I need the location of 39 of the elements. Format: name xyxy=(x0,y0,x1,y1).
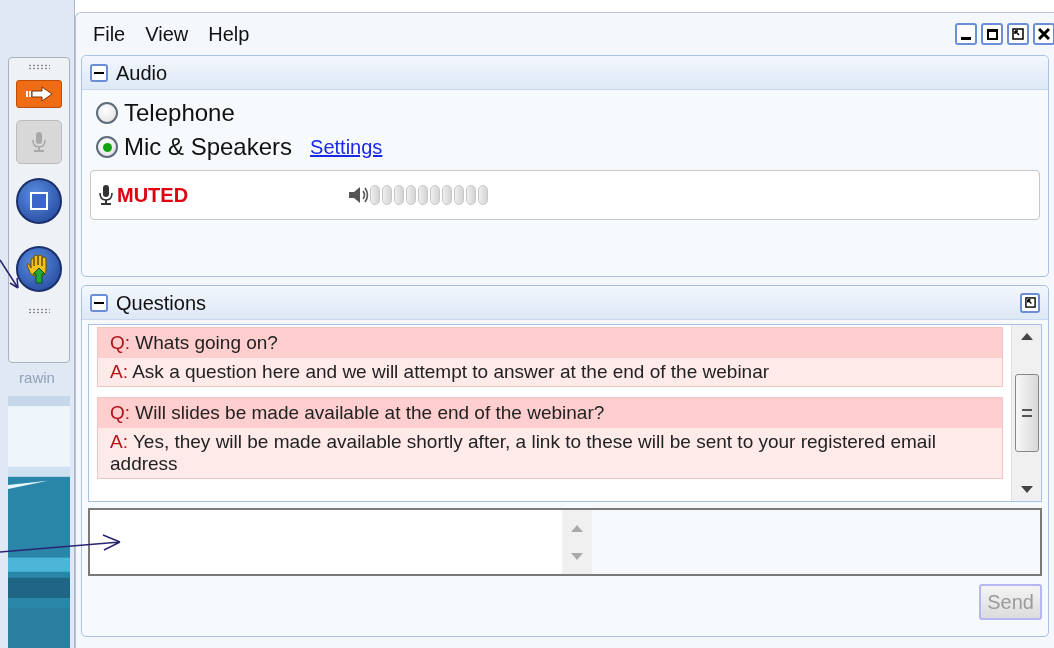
stop-button[interactable] xyxy=(16,178,62,224)
grip-icon[interactable] xyxy=(28,64,50,70)
settings-link[interactable]: Settings xyxy=(310,132,383,162)
grip-icon[interactable] xyxy=(28,308,50,314)
microphone-icon xyxy=(97,184,115,206)
radio-label: Telephone xyxy=(124,98,235,128)
minimize-icon xyxy=(961,36,971,40)
answer-text: A: Ask a question here and we will attempt to answer at the end of the webinar xyxy=(109,360,771,384)
maximize-icon xyxy=(986,28,998,40)
question-text: Q: Whats going on? xyxy=(98,328,1002,358)
panel-title: Audio xyxy=(116,60,168,86)
question-text: Q: Will slides be made available at the end of the webinar? xyxy=(98,398,1002,428)
close-icon xyxy=(1038,28,1050,40)
radio-button[interactable] xyxy=(96,136,118,158)
speaker-icon xyxy=(347,185,369,205)
square-icon xyxy=(30,192,48,210)
radio-button[interactable] xyxy=(96,102,118,124)
restore-icon xyxy=(1024,297,1036,308)
raise-hand-button[interactable] xyxy=(16,246,62,292)
mic-status: MUTED xyxy=(117,183,190,208)
answer-text: A: Yes, they will be made available shortly after, a link to these will be sent to your registered email address xyxy=(109,430,937,476)
menu-item[interactable]: View xyxy=(145,19,189,49)
microphone-icon xyxy=(31,131,47,153)
menu-item[interactable]: File xyxy=(93,19,126,49)
restore-button[interactable] xyxy=(1007,23,1029,45)
tool-label: rawin xyxy=(18,368,56,388)
menu-item[interactable]: Help xyxy=(208,19,250,49)
arrow-button[interactable] xyxy=(16,80,62,108)
popout-button[interactable] xyxy=(1020,292,1040,313)
arrow-icon xyxy=(24,86,54,102)
panel-title: Questions xyxy=(116,290,208,316)
minimize-button[interactable] xyxy=(955,23,977,45)
collapse-icon[interactable] xyxy=(90,293,108,312)
close-button[interactable] xyxy=(1033,23,1054,45)
restore-icon xyxy=(1012,28,1024,40)
radio-label: Mic & Speakers xyxy=(124,132,293,162)
scrollbar[interactable] xyxy=(1011,325,1041,501)
maximize-button[interactable] xyxy=(981,23,1003,45)
collapse-icon[interactable] xyxy=(90,63,108,82)
